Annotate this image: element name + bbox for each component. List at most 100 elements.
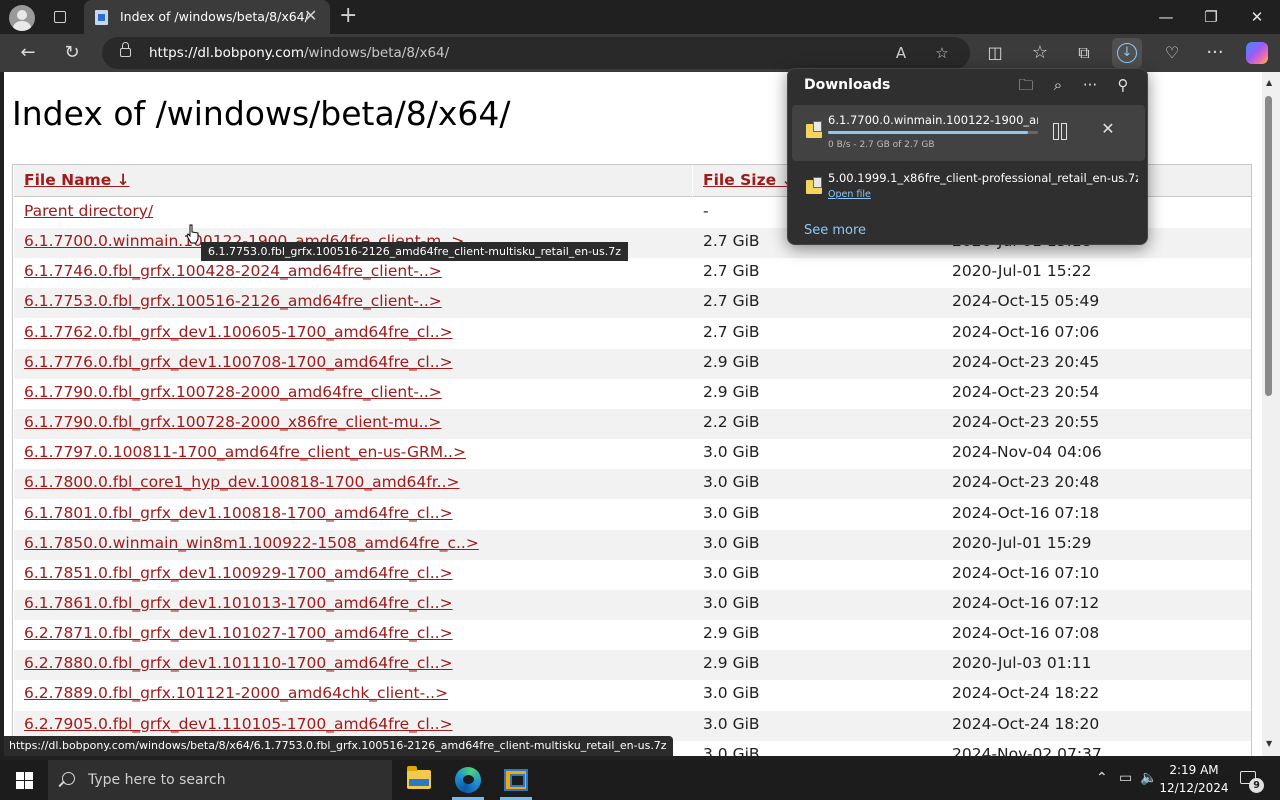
search-downloads-icon[interactable]: ⌕ — [1047, 74, 1069, 96]
table-row: 6.1.7790.0.fbl_grfx.100728-2000_amd64fre… — [14, 379, 1251, 409]
download-file-name: 5.00.1999.1_x86fre_client-professional_r… — [828, 171, 1138, 185]
file-name-link[interactable]: 6.1.7850.0.winmain_win8m1.100922-1508_am… — [24, 534, 479, 552]
file-date: 2020-Jul-03 01:11 — [952, 654, 1092, 673]
table-row: 6.2.7880.0.fbl_grfx_dev1.101110-1700_amd… — [14, 650, 1251, 681]
lock-icon[interactable] — [120, 42, 131, 57]
file-explorer-button[interactable] — [395, 760, 443, 800]
file-date: 2024-Oct-16 07:06 — [952, 322, 1100, 341]
cancel-download-icon[interactable]: ✕ — [1097, 118, 1119, 140]
table-row: 6.1.7790.0.fbl_grfx.100728-2000_x86fre_c… — [14, 409, 1251, 440]
active-tab[interactable]: Index of /windows/beta/8/x64/ ✕ — [84, 0, 330, 34]
file-name-link[interactable]: Parent directory/ — [24, 202, 153, 220]
address-bar[interactable]: https://dl.bobpony.com/windows/beta/8/x6… — [102, 37, 970, 69]
tab-actions-icon[interactable] — [48, 6, 72, 28]
back-arrow-icon[interactable]: ← — [15, 41, 41, 65]
minimize-icon[interactable]: — — [1146, 4, 1186, 30]
page-scrollbar[interactable]: ▲ ▼ — [1262, 72, 1280, 756]
file-name-link[interactable]: 6.1.7746.0.fbl_grfx.100428-2024_amd64fre… — [24, 262, 442, 280]
tab-close-icon[interactable]: ✕ — [304, 8, 317, 24]
table-row: 6.1.7801.0.fbl_grfx_dev1.100818-1700_amd… — [14, 500, 1251, 530]
file-size: 3.0 GiB — [703, 443, 760, 462]
file-size: 2.9 GiB — [703, 624, 760, 643]
file-listing-table: File Name ↓ File Size ↓ Parent directory… — [12, 164, 1252, 756]
remote-desktop-icon — [504, 769, 528, 791]
file-date: 2024-Oct-16 07:10 — [952, 563, 1100, 582]
file-size: 3.0 GiB — [703, 684, 760, 703]
browser-essentials-icon[interactable]: ♡ — [1159, 41, 1185, 65]
refresh-icon[interactable]: ↻ — [59, 41, 85, 65]
scroll-down-icon[interactable]: ▼ — [1266, 739, 1272, 748]
table-row: 6.1.7800.0.fbl_core1_hyp_dev.100818-1700… — [14, 469, 1251, 500]
table-row: 6.1.7851.0.fbl_grfx_dev1.100929-1700_amd… — [14, 560, 1251, 590]
file-name-link[interactable]: 6.1.7800.0.fbl_core1_hyp_dev.100818-1700… — [24, 473, 460, 491]
file-name-link[interactable]: 6.1.7861.0.fbl_grfx_dev1.101013-1700_amd… — [24, 594, 453, 612]
tray-overflow-icon[interactable]: ⌃ — [1096, 770, 1108, 786]
split-screen-icon[interactable]: ◫ — [982, 41, 1008, 65]
favorite-star-icon[interactable]: ☆ — [931, 42, 953, 64]
read-aloud-icon[interactable]: A — [890, 42, 912, 64]
file-name-link[interactable]: 6.1.7790.0.fbl_grfx.100728-2000_amd64fre… — [24, 383, 442, 401]
pin-icon[interactable]: ⚲ — [1112, 74, 1134, 96]
archive-file-icon — [806, 177, 822, 194]
download-item[interactable]: 6.1.7700.0.winmain.100122-1900_amd64fre_… — [792, 105, 1145, 161]
file-name-link[interactable]: 6.2.7880.0.fbl_grfx_dev1.101110-1700_amd… — [24, 654, 453, 672]
remote-desktop-button[interactable] — [492, 760, 540, 800]
file-date: 2024-Oct-23 20:45 — [952, 352, 1100, 371]
file-date: 2024-Oct-24 18:20 — [952, 714, 1100, 733]
table-row: 6.1.7753.0.fbl_grfx.100516-2126_amd64fre… — [14, 288, 1251, 319]
file-name-link[interactable]: 6.1.7851.0.fbl_grfx_dev1.100929-1700_amd… — [24, 564, 453, 582]
network-icon[interactable]: ▭ — [1119, 770, 1132, 786]
file-name-link[interactable]: 6.1.7762.0.fbl_grfx_dev1.100605-1700_amd… — [24, 323, 453, 341]
archive-file-icon — [806, 121, 822, 138]
file-name-link[interactable]: 6.2.7889.0.fbl_grfx.101121-2000_amd64chk… — [24, 684, 448, 702]
file-name-link[interactable]: 6.2.7871.0.fbl_grfx_dev1.101027-1700_amd… — [24, 624, 453, 642]
edge-button[interactable] — [444, 760, 492, 800]
download-item[interactable]: 5.00.1999.1_x86fre_client-professional_r… — [792, 165, 1145, 209]
file-name-link[interactable]: 6.2.7905.0.fbl_grfx_dev1.110105-1700_amd… — [24, 715, 453, 733]
file-size: 2.7 GiB — [703, 322, 760, 341]
copilot-icon[interactable] — [1246, 42, 1268, 64]
downloads-panel: Downloads 🗀 ⌕ ··· ⚲ 6.1.7700.0.winmain.1… — [787, 68, 1148, 245]
notifications-button[interactable]: 9 — [1238, 768, 1264, 793]
file-size: 2.9 GiB — [703, 382, 760, 401]
file-name-link[interactable]: 6.1.7797.0.100811-1700_amd64fre_client_e… — [24, 443, 466, 461]
downloads-title: Downloads — [804, 77, 891, 93]
open-folder-icon[interactable]: 🗀 — [1015, 74, 1037, 96]
table-row: 6.1.7762.0.fbl_grfx_dev1.100605-1700_amd… — [14, 319, 1251, 349]
open-file-link[interactable]: Open file — [828, 189, 871, 200]
favorites-icon[interactable]: ☆ — [1027, 41, 1053, 65]
url-text[interactable]: https://dl.bobpony.com/windows/beta/8/x6… — [149, 45, 449, 61]
scroll-up-icon[interactable]: ▲ — [1266, 78, 1272, 87]
profile-avatar-icon[interactable] — [9, 5, 35, 31]
file-date: 2020-Jul-01 15:22 — [952, 262, 1092, 281]
file-name-link[interactable]: 6.1.7801.0.fbl_grfx_dev1.100818-1700_amd… — [24, 504, 453, 522]
file-name-link[interactable]: 6.1.7776.0.fbl_grfx_dev1.100708-1700_amd… — [24, 353, 453, 371]
start-button[interactable] — [0, 760, 48, 800]
clock-time[interactable]: 2:19 AM — [1158, 763, 1230, 777]
restore-icon[interactable]: ❐ — [1191, 4, 1231, 30]
see-more-link[interactable]: See more — [804, 223, 866, 238]
mouse-pointer-icon — [186, 224, 199, 244]
scroll-thumb[interactable] — [1265, 96, 1272, 396]
link-tooltip: 6.1.7753.0.fbl_grfx.100516-2126_amd64fre… — [201, 242, 629, 261]
clock-date[interactable]: 12/12/2024 — [1158, 781, 1230, 795]
new-tab-icon[interactable]: + — [339, 4, 357, 28]
file-name-link[interactable]: 6.1.7753.0.fbl_grfx.100516-2126_amd64fre… — [24, 292, 442, 310]
file-name-link[interactable]: 6.1.7790.0.fbl_grfx.100728-2000_x86fre_c… — [24, 413, 441, 431]
file-size: 3.0 GiB — [703, 473, 760, 492]
download-file-name: 6.1.7700.0.winmain.100122-1900_amd64fre_… — [828, 113, 1038, 127]
more-menu-icon[interactable]: ··· — [1202, 41, 1228, 65]
download-status: 0 B/s - 2.7 GB of 2.7 GB — [828, 140, 935, 150]
file-date: 2024-Nov-04 04:06 — [952, 443, 1102, 462]
taskbar-search[interactable]: Type here to search — [48, 760, 392, 800]
column-file-name[interactable]: File Name ↓ — [24, 171, 130, 189]
downloads-more-icon[interactable]: ··· — [1079, 74, 1101, 96]
collections-icon[interactable]: ⧉ — [1071, 41, 1097, 65]
window-close-icon[interactable]: ✕ — [1237, 4, 1277, 30]
volume-muted-icon[interactable]: 🔈 — [1140, 770, 1157, 786]
column-file-size[interactable]: File Size ↓ — [703, 171, 795, 189]
notification-count: 9 — [1249, 778, 1264, 793]
downloads-button[interactable]: ↓ — [1112, 38, 1142, 68]
file-date: 2020-Jul-01 15:29 — [952, 533, 1092, 552]
pause-icon[interactable] — [1050, 121, 1070, 141]
